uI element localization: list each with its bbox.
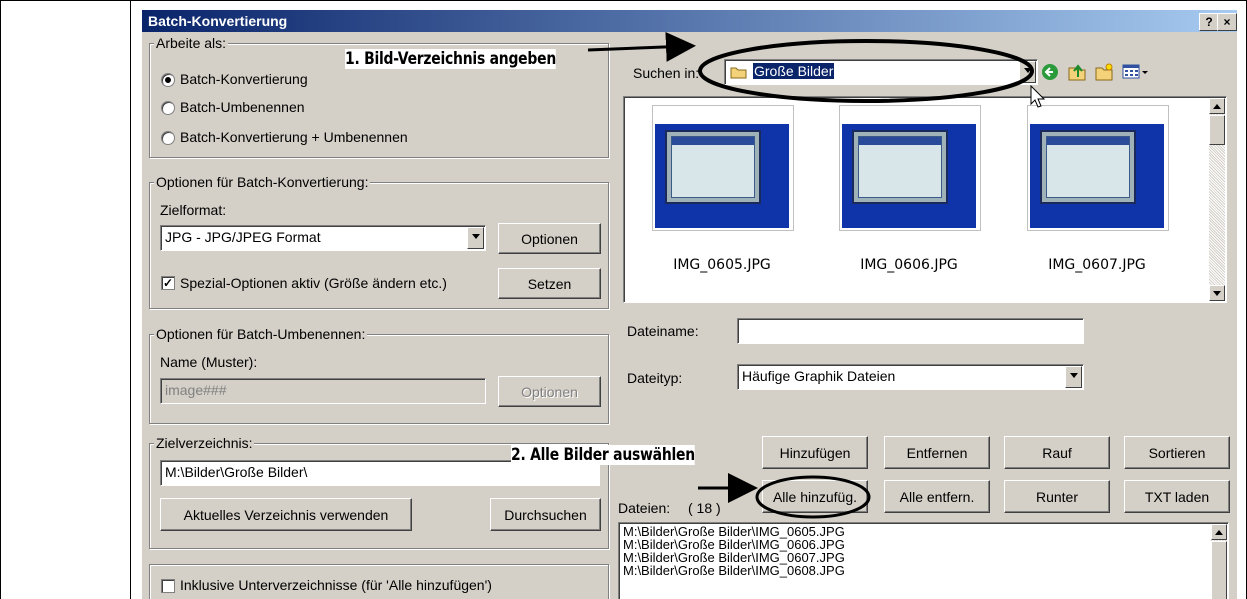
conversion-options-button[interactable]: Optionen (498, 223, 601, 254)
target-format-value: JPG - JPG/JPEG Format (165, 229, 321, 245)
annotation-step-1: 1. Bild-Verzeichnis angeben (345, 49, 557, 69)
move-up-button[interactable]: Rauf (1004, 436, 1110, 469)
folder-icon (730, 67, 747, 79)
outer-top-line (0, 0, 1247, 1)
new-folder-icon[interactable] (1094, 63, 1114, 81)
name-pattern-label: Name (Muster): (160, 354, 258, 370)
mouse-pointer-icon (1030, 85, 1046, 108)
files-label: Dateien: (618, 500, 671, 516)
filename-label: Dateiname: (627, 323, 699, 339)
scroll-thumb[interactable] (1211, 541, 1227, 599)
filename-input[interactable] (737, 318, 1084, 344)
look-in-value: Große Bilder (753, 63, 835, 79)
files-count: ( 18 ) (688, 500, 721, 516)
view-menu-icon[interactable] (1122, 63, 1150, 81)
thumbnail-item[interactable] (839, 105, 981, 231)
radio-batch-rename[interactable] (161, 101, 175, 115)
title-bar[interactable]: Batch-Konvertierung ? × (142, 10, 1237, 32)
scroll-up-arrow-icon[interactable] (1209, 98, 1225, 114)
radio-convert-rename[interactable] (161, 131, 175, 145)
thumbnail-caption: IMG_0607.JPG (1048, 257, 1146, 273)
sort-button[interactable]: Sortieren (1124, 436, 1230, 469)
chevron-down-icon[interactable] (1019, 61, 1036, 83)
browse-button[interactable]: Durchsuchen (490, 498, 601, 531)
add-button[interactable]: Hinzufügen (762, 436, 868, 469)
special-options-checkbox[interactable]: ✓ (161, 276, 175, 290)
work-as-legend: Arbeite als: (154, 35, 229, 51)
thumbnail-item[interactable] (652, 105, 794, 231)
special-options-label[interactable]: Spezial-Optionen aktiv (Größe ändern etc… (180, 275, 447, 291)
thumbnail-item[interactable] (1027, 105, 1169, 231)
chevron-down-icon[interactable] (467, 227, 484, 249)
close-button[interactable]: × (1217, 13, 1237, 31)
subdirs-label[interactable]: Inklusive Unterverzeichnisse (für 'Alle … (180, 577, 492, 593)
rename-legend: Optionen für Batch-Umbenennen: (154, 326, 368, 342)
batch-dialog: Batch-Konvertierung ? × Arbeite als: Bat… (142, 10, 1237, 599)
file-list-scrollbar[interactable] (1211, 524, 1227, 599)
radio-batch-convert[interactable] (161, 73, 175, 87)
up-folder-icon[interactable] (1067, 63, 1087, 81)
subdirs-checkbox[interactable] (161, 579, 175, 593)
filetype-select[interactable]: Häufige Graphik Dateien (737, 364, 1084, 390)
look-in-select[interactable]: Große Bilder (724, 59, 1038, 85)
scroll-up-arrow-icon[interactable] (1211, 524, 1227, 540)
window-title: Batch-Konvertierung (148, 13, 288, 29)
name-pattern-input[interactable]: image### (160, 378, 486, 404)
remove-button[interactable]: Entfernen (884, 436, 990, 469)
look-in-label: Suchen in: (633, 65, 700, 81)
scroll-down-arrow-icon[interactable] (1209, 285, 1225, 301)
filetype-label: Dateityp: (627, 370, 683, 386)
file-list-item[interactable]: M:\Bilder\Große Bilder\IMG_0608.JPG (623, 564, 1224, 577)
chevron-down-icon[interactable] (1065, 366, 1082, 388)
target-format-select[interactable]: JPG - JPG/JPEG Format (160, 225, 486, 251)
outer-divider-line (130, 0, 131, 599)
remove-all-button[interactable]: Alle entfern. (884, 480, 990, 513)
back-icon[interactable] (1041, 63, 1059, 81)
thumbnail-caption: IMG_0605.JPG (673, 257, 771, 273)
thumbnail-image (655, 124, 789, 228)
help-button[interactable]: ? (1199, 13, 1219, 31)
radio-batch-convert-label[interactable]: Batch-Konvertierung (180, 71, 308, 87)
target-format-label: Zielformat: (160, 202, 227, 218)
set-button[interactable]: Setzen (498, 268, 601, 299)
thumbnail-caption: IMG_0606.JPG (860, 257, 958, 273)
target-dir-legend: Zielverzeichnis: (154, 435, 255, 451)
filetype-value: Häufige Graphik Dateien (742, 368, 896, 384)
thumbnail-scrollbar[interactable] (1209, 98, 1225, 301)
add-all-button[interactable]: Alle hinzufüg. (762, 480, 868, 513)
annotation-step-2: 2. Alle Bilder auswählen (511, 445, 695, 465)
scroll-thumb[interactable] (1209, 115, 1225, 145)
radio-convert-rename-label[interactable]: Batch-Konvertierung + Umbenennen (180, 129, 408, 145)
thumbnail-view[interactable]: IMG_0605.JPG IMG_0606.JPG IMG_0607.JPG (623, 96, 1227, 303)
conversion-legend: Optionen für Batch-Konvertierung: (154, 174, 371, 190)
thumbnail-image (1030, 124, 1164, 228)
file-list[interactable]: M:\Bilder\Große Bilder\IMG_0605.JPG M:\B… (618, 522, 1229, 599)
radio-batch-rename-label[interactable]: Batch-Umbenennen (180, 99, 305, 115)
thumbnail-image (842, 124, 976, 228)
rename-options-button[interactable]: Optionen (498, 376, 601, 407)
outer-left-line (0, 0, 1, 599)
move-down-button[interactable]: Runter (1004, 480, 1110, 513)
load-txt-button[interactable]: TXT laden (1124, 480, 1230, 513)
use-current-dir-button[interactable]: Aktuelles Verzeichnis verwenden (160, 498, 412, 531)
